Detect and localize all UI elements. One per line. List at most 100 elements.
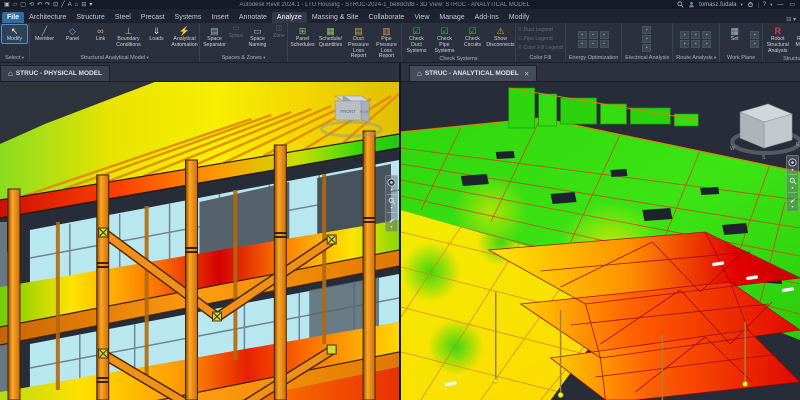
user-menu-caret-icon[interactable]: ▾ xyxy=(740,2,742,8)
export-gbxml-icon[interactable]: ▪ xyxy=(600,40,609,48)
space-naming-button[interactable]: ▭Space Naming xyxy=(244,24,271,50)
app-store-icon[interactable] xyxy=(747,1,754,8)
nav-caret-icon[interactable]: ▾ xyxy=(390,188,392,192)
panel-label[interactable]: Structural Analytical Model ▾ xyxy=(31,54,198,62)
orbit-fly-icon[interactable] xyxy=(788,195,797,204)
tab-add-ins[interactable]: Add-Ins xyxy=(470,12,504,23)
physical-model-canvas[interactable]: FRONT RIGHT xyxy=(0,82,399,400)
panel-label[interactable]: Check Systems xyxy=(403,55,514,63)
generate-icon[interactable]: ▪ xyxy=(600,31,609,39)
tab-collaborate[interactable]: Collaborate xyxy=(364,12,410,23)
boundary-conditions-button[interactable]: ⊥Boundary Conditions xyxy=(115,24,142,50)
insight-icon[interactable]: ▪ xyxy=(578,40,587,48)
close-view-icon[interactable]: ✕ xyxy=(524,70,529,78)
tab-manage[interactable]: Manage xyxy=(434,12,469,23)
panel-label[interactable]: Structural Analysis xyxy=(764,55,800,63)
panel-label[interactable]: Select ▾ xyxy=(1,54,28,62)
robot-structural-analysis-button[interactable]: RRobot Structural Analysis xyxy=(764,24,791,55)
zoom-icon[interactable] xyxy=(789,177,797,185)
ribbon-display-toggle-icon[interactable]: ⊟ ▾ xyxy=(786,16,796,23)
show-disconnects-button[interactable]: ⚠Show Disconnects xyxy=(487,24,514,50)
restore-button[interactable]: ▭ xyxy=(788,1,796,8)
help-icon[interactable]: ? xyxy=(763,2,766,8)
check-duct-systems-button[interactable]: ☑Check Duct Systems xyxy=(403,24,430,55)
navigation-bar[interactable]: ▾ ▾ ▾ xyxy=(385,175,398,232)
results-manager-button[interactable]: ▥Results Manager xyxy=(792,24,800,50)
qat-dropdown-icon[interactable]: ▾ xyxy=(89,1,92,9)
create-energy-model-icon[interactable]: ▪ xyxy=(589,31,598,39)
nav-caret-icon[interactable]: ▾ xyxy=(791,205,793,209)
loads-button[interactable]: ⇓Loads xyxy=(143,24,170,44)
help-menu-caret-icon[interactable]: ▾ xyxy=(770,2,772,8)
panel-label[interactable]: Electrical Analysis xyxy=(623,54,671,62)
measure-icon[interactable]: ╱ xyxy=(61,1,65,9)
redo-icon[interactable]: ↷ xyxy=(45,1,50,9)
analytical-model-canvas[interactable]: W S E xyxy=(401,82,800,400)
undo-icon[interactable]: ↶ xyxy=(37,1,42,9)
tab-file[interactable]: File xyxy=(2,12,24,23)
workplane-viewer-icon[interactable]: ▪ xyxy=(750,40,759,48)
tab-massing-site[interactable]: Massing & Site xyxy=(307,12,364,23)
route-tag-icon[interactable]: ▪ xyxy=(691,40,700,48)
steering-wheel-icon[interactable] xyxy=(387,178,396,187)
pipe-pressure-loss-report-button[interactable]: ▥Pipe Pressure Loss Report xyxy=(373,24,400,61)
view-tab-analytical-model[interactable]: ⌂ STRUC - ANALYTICAL MODEL ✕ xyxy=(409,65,537,81)
reveal-obstacles-icon[interactable]: ▪ xyxy=(702,31,711,39)
analytical-automation-button[interactable]: ⚡Analytical Automation xyxy=(171,24,198,50)
aligned-dimension-icon[interactable]: A xyxy=(68,1,72,9)
nav-caret-icon[interactable]: ▾ xyxy=(390,206,392,210)
minimize-button[interactable]: — xyxy=(776,2,784,8)
tab-structure[interactable]: Structure xyxy=(71,12,109,23)
electrical-settings-icon[interactable]: ▪ xyxy=(642,44,651,52)
sync-icon[interactable]: ⟲ xyxy=(29,1,34,9)
space-separator-button[interactable]: ▤Space Separator xyxy=(201,24,228,50)
save-icon[interactable]: ▢ xyxy=(20,1,26,9)
view-tab-physical-model[interactable]: ⌂ STRUC - PHYSICAL MODEL xyxy=(0,65,110,81)
link-button[interactable]: ∞Link xyxy=(87,24,114,44)
section-icon[interactable]: ⊟ xyxy=(81,1,86,9)
nav-caret-icon[interactable]: ▾ xyxy=(390,225,392,229)
tab-precast[interactable]: Precast xyxy=(136,12,170,23)
tab-steel[interactable]: Steel xyxy=(110,12,136,23)
route-update-icon[interactable]: ▪ xyxy=(680,40,689,48)
route-settings-icon[interactable]: ▪ xyxy=(691,31,700,39)
app-menu-icon[interactable]: ▣ xyxy=(4,1,10,9)
panel-button[interactable]: ◇Panel xyxy=(59,24,86,44)
tab-annotate[interactable]: Annotate xyxy=(234,12,272,23)
check-circuits-button[interactable]: ☑Check Circuits xyxy=(459,24,486,50)
open-file-icon[interactable]: ▱ xyxy=(13,1,18,9)
schedule-quantities-button[interactable]: ▦Schedule/ Quantities xyxy=(317,24,344,50)
route-delete-icon[interactable]: ▪ xyxy=(702,40,711,48)
panel-label[interactable]: Work Plane xyxy=(721,54,761,62)
member-button[interactable]: ╱Member xyxy=(31,24,58,44)
panel-label[interactable]: Energy Optimization xyxy=(567,54,621,62)
nav-caret-icon[interactable]: ▾ xyxy=(791,168,793,172)
tab-systems[interactable]: Systems xyxy=(170,12,207,23)
systems-analysis-icon[interactable]: ▪ xyxy=(589,40,598,48)
tab-modify[interactable]: Modify xyxy=(504,12,535,23)
tab-architecture[interactable]: Architecture xyxy=(24,12,71,23)
panel-schedules-button[interactable]: ⊞Panel Schedules xyxy=(289,24,316,50)
tab-analyze[interactable]: Analyze xyxy=(272,12,307,23)
navigation-bar[interactable]: ▾ ▾ ▾ xyxy=(786,155,799,212)
modify-button[interactable]: ↖Modify xyxy=(1,24,28,44)
location-icon[interactable]: ▪ xyxy=(578,31,587,39)
steering-wheel-icon[interactable] xyxy=(788,158,797,167)
set-button[interactable]: ▦Set xyxy=(721,24,748,44)
tab-insert[interactable]: Insert xyxy=(206,12,234,23)
check-pipe-systems-button[interactable]: ☑Check Pipe Systems xyxy=(431,24,458,55)
default-3d-view-icon[interactable]: ⌂ xyxy=(75,1,79,9)
show-workplane-icon[interactable]: ▪ xyxy=(750,31,759,39)
power-analytical-icon[interactable]: ▪ xyxy=(642,26,651,34)
duct-pressure-loss-report-button[interactable]: ▤Duct Pressure Loss Report xyxy=(345,24,372,61)
print-icon[interactable]: ⊡ xyxy=(53,1,58,9)
nav-caret-icon[interactable]: ▾ xyxy=(791,186,793,190)
orbit-fly-icon[interactable] xyxy=(387,215,396,224)
search-icon[interactable] xyxy=(677,1,684,8)
zoom-icon[interactable] xyxy=(388,197,396,205)
panel-label[interactable]: Spaces & Zones ▾ xyxy=(201,54,286,62)
panel-label[interactable]: Color Fill xyxy=(517,54,564,62)
panel-label[interactable]: Route Analysis ▾ xyxy=(674,54,718,62)
route-path-icon[interactable]: ▪ xyxy=(680,31,689,39)
load-analysis-icon[interactable]: ▪ xyxy=(642,35,651,43)
